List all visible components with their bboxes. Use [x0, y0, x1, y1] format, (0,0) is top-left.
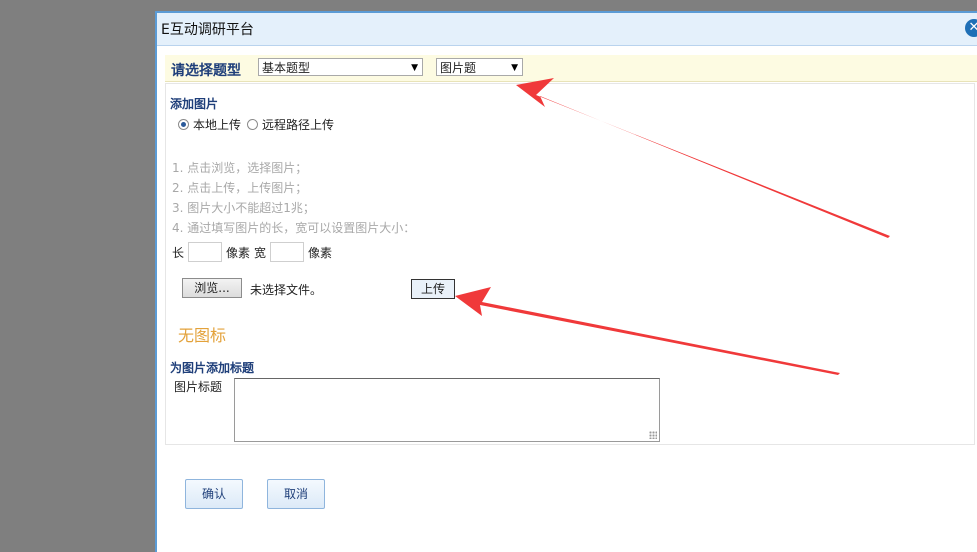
add-image-heading: 添加图片 — [170, 97, 219, 111]
chevron-down-icon: ▼ — [411, 63, 418, 73]
question-type-bar: 请选择题型 基本题型 ▼ 图片题 ▼ — [165, 55, 977, 82]
caption-label: 图片标题 — [174, 380, 223, 394]
radio-remote-label: 远程路径上传 — [262, 118, 335, 132]
dialog-title: E互动调研平台 — [161, 22, 254, 38]
caption-textarea[interactable] — [234, 378, 660, 442]
upload-button[interactable]: 上传 — [411, 279, 455, 299]
type-select-value: 图片题 — [440, 61, 477, 75]
no-icon-text: 无图标 — [178, 326, 227, 345]
close-icon[interactable]: ✕ — [965, 19, 977, 37]
length-input[interactable] — [188, 242, 223, 262]
instruction-line: 1. 点击浏览，选择图片； — [172, 161, 308, 175]
type-select[interactable]: 图片题 ▼ — [436, 58, 523, 76]
upload-mode-group: 本地上传 远程路径上传 — [178, 116, 334, 133]
caption-heading: 为图片添加标题 — [170, 361, 255, 375]
instruction-line: 2. 点击上传，上传图片； — [172, 181, 308, 195]
radio-local-upload[interactable] — [178, 119, 189, 130]
length-label: 长 — [172, 245, 185, 260]
question-type-label: 请选择题型 — [171, 63, 241, 79]
upload-instructions: 1. 点击浏览，选择图片； 2. 点击上传，上传图片； 3. 图片大小不能超过1… — [172, 158, 412, 238]
cancel-button[interactable]: 取消 — [267, 479, 325, 509]
radio-remote-upload[interactable] — [247, 119, 259, 130]
width-unit: 像素 — [308, 245, 333, 260]
chevron-down-icon: ▼ — [511, 63, 518, 73]
width-label: 宽 — [254, 245, 267, 260]
category-select-value: 基本题型 — [262, 61, 311, 75]
browse-button[interactable]: 浏览... — [182, 278, 242, 298]
width-input[interactable] — [270, 242, 305, 262]
category-select[interactable]: 基本题型 ▼ — [258, 58, 423, 76]
resize-grip-icon[interactable] — [649, 431, 657, 439]
dialog-titlebar: E互动调研平台 ✕ — [157, 13, 977, 46]
image-size-row: 长 像素 宽 像素 — [172, 242, 332, 262]
confirm-button[interactable]: 确认 — [185, 479, 243, 509]
length-unit: 像素 — [226, 245, 251, 260]
instruction-line: 3. 图片大小不能超过1兆； — [172, 201, 315, 215]
image-settings-panel: 添加图片 本地上传 远程路径上传 1. 点击浏览，选择图片； 2. 点击上传，上… — [165, 83, 975, 445]
no-file-text: 未选择文件。 — [250, 283, 323, 297]
radio-local-label: 本地上传 — [193, 118, 242, 132]
instruction-line: 4. 通过填写图片的长，宽可以设置图片大小： — [172, 221, 412, 235]
dialog-window: E互动调研平台 ✕ 请选择题型 基本题型 ▼ 图片题 ▼ 添加图片 本地上传 远… — [155, 11, 977, 552]
